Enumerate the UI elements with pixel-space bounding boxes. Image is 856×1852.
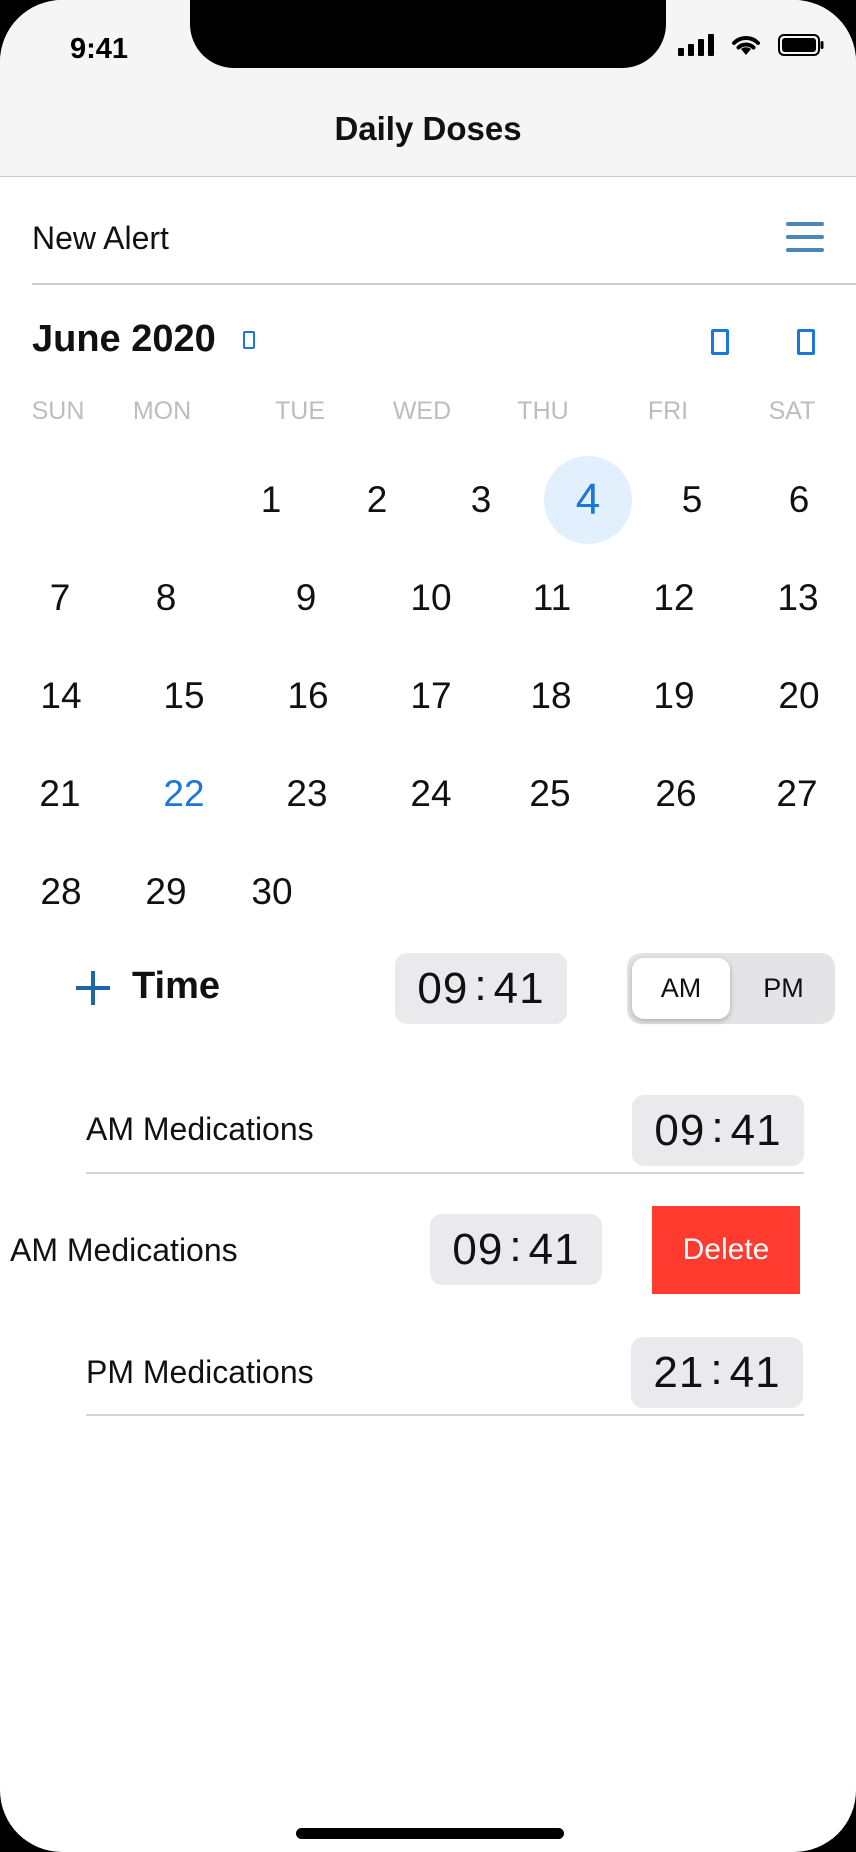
calendar-day[interactable]: 3: [471, 479, 492, 521]
calendar-day[interactable]: 26: [655, 773, 696, 815]
weekday-label: SAT: [768, 397, 816, 425]
calendar-day[interactable]: 2: [367, 479, 388, 521]
time-minute: 41: [493, 963, 545, 1013]
calendar-day[interactable]: 1: [261, 479, 282, 521]
calendar-day[interactable]: 15: [163, 675, 204, 717]
medication-minute: 41: [730, 1105, 782, 1155]
calendar-day[interactable]: 6: [789, 479, 810, 521]
next-month-icon[interactable]: [797, 329, 815, 355]
calendar-day[interactable]: 11: [533, 577, 571, 619]
weekday-label: TUE: [275, 397, 325, 425]
calendar-day[interactable]: 4: [576, 475, 600, 525]
calendar-day[interactable]: 30: [251, 871, 292, 913]
phone-screen: 9:41 Daily Doses New Alert June 2020 SUN…: [0, 0, 856, 1852]
calendar-day[interactable]: 21: [39, 773, 80, 815]
medication-time[interactable]: 09:41: [430, 1214, 602, 1285]
month-picker-icon[interactable]: [243, 331, 255, 349]
calendar-day[interactable]: 18: [530, 675, 571, 717]
calendar-day[interactable]: 19: [653, 675, 694, 717]
time-separator: :: [509, 1221, 523, 1271]
time-label: Time: [132, 965, 221, 1007]
add-time-icon[interactable]: [76, 971, 110, 1005]
calendar-day[interactable]: 24: [410, 773, 451, 815]
wifi-icon: [732, 36, 760, 55]
calendar-day[interactable]: 23: [286, 773, 327, 815]
calendar-day[interactable]: 25: [529, 773, 570, 815]
calendar-day[interactable]: 10: [410, 577, 451, 619]
medication-hour: 09: [654, 1105, 706, 1155]
calendar-day[interactable]: 12: [653, 577, 694, 619]
weekday-label: MON: [132, 397, 192, 425]
calendar-day[interactable]: 13: [777, 577, 818, 619]
medication-hour: 21: [653, 1347, 705, 1397]
calendar-day[interactable]: 8: [156, 577, 177, 619]
calendar-day[interactable]: 5: [682, 479, 703, 521]
new-alert-label[interactable]: New Alert: [32, 220, 169, 257]
calendar-day[interactable]: 9: [296, 577, 317, 619]
am-pm-segmented-control[interactable]: AM PM: [627, 953, 835, 1024]
time-hour: 09: [417, 963, 469, 1013]
month-year-label[interactable]: June 2020: [32, 318, 216, 361]
time-separator: :: [711, 1102, 725, 1152]
medication-label[interactable]: PM Medications: [86, 1354, 314, 1391]
medication-hour: 09: [452, 1224, 504, 1274]
medication-label[interactable]: AM Medications: [86, 1111, 314, 1148]
medication-minute: 41: [729, 1347, 781, 1397]
home-indicator: [296, 1828, 564, 1839]
weekday-label: THU: [517, 397, 569, 425]
weekday-label: WED: [392, 397, 452, 425]
weekday-label: FRI: [647, 397, 689, 425]
menu-icon[interactable]: [786, 222, 824, 254]
medication-label[interactable]: AM Medications: [10, 1232, 238, 1269]
weekday-label: SUN: [31, 397, 85, 425]
battery-icon: [778, 34, 824, 56]
page-title: Daily Doses: [334, 110, 522, 147]
status-time: 9:41: [70, 33, 129, 65]
previous-month-icon[interactable]: [711, 329, 729, 355]
status-icons: [678, 30, 824, 60]
medication-time[interactable]: 21:41: [631, 1337, 803, 1408]
am-segment[interactable]: AM: [632, 958, 730, 1019]
notch: [190, 0, 666, 68]
time-separator: :: [474, 960, 488, 1010]
calendar-day[interactable]: 28: [40, 871, 81, 913]
calendar-day[interactable]: 14: [40, 675, 81, 717]
medication-time[interactable]: 09:41: [632, 1095, 804, 1166]
calendar-day[interactable]: 22: [163, 773, 204, 815]
delete-button[interactable]: Delete: [652, 1206, 800, 1294]
time-input[interactable]: 09:41: [395, 953, 567, 1024]
row-divider: [86, 1414, 804, 1416]
divider: [32, 283, 856, 285]
calendar-day[interactable]: 29: [145, 871, 186, 913]
calendar-day[interactable]: 7: [50, 577, 71, 619]
row-divider: [86, 1172, 804, 1174]
pm-segment[interactable]: PM: [737, 958, 830, 1019]
signal-icon: [678, 34, 714, 56]
calendar-day[interactable]: 20: [778, 675, 819, 717]
calendar-day[interactable]: 17: [410, 675, 451, 717]
time-separator: :: [710, 1344, 724, 1394]
calendar-day[interactable]: 16: [287, 675, 328, 717]
medication-minute: 41: [528, 1224, 580, 1274]
calendar-day[interactable]: 27: [776, 773, 817, 815]
